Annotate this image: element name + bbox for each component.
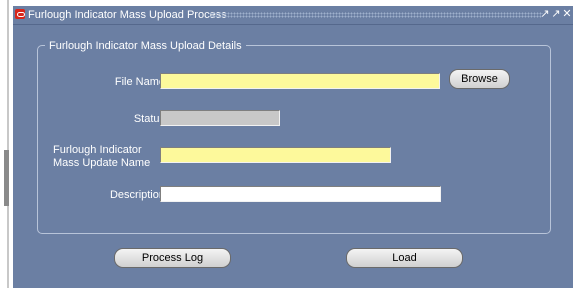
restore-icon[interactable]: ↗ — [551, 8, 561, 21]
process-log-button-label: Process Log — [141, 252, 204, 264]
minimize-icon[interactable]: ↗ — [540, 8, 550, 21]
status-label: Status — [133, 113, 165, 125]
window-title: Furlough Indicator Mass Upload Process — [28, 9, 227, 21]
status-field — [160, 110, 280, 126]
load-button-label: Load — [392, 252, 417, 264]
left-edge-bar — [7, 0, 9, 288]
description-field[interactable] — [160, 186, 441, 202]
browse-button-label: Browse — [461, 73, 498, 85]
window-titlebar[interactable]: Furlough Indicator Mass Upload Process ↗… — [13, 6, 573, 25]
oracle-app-icon — [15, 9, 25, 19]
description-label: Description — [109, 189, 165, 201]
form-window: Furlough Indicator Mass Upload Process ↗… — [13, 6, 573, 288]
mass-update-name-field[interactable] — [160, 147, 391, 163]
file-name-label: File Name — [114, 76, 165, 88]
mass-update-name-label-line1: Furlough Indicator — [53, 144, 142, 156]
left-edge-notch — [4, 150, 9, 206]
browse-button[interactable]: Browse — [449, 69, 510, 89]
close-icon[interactable]: ✕ — [562, 8, 572, 21]
titlebar-grip — [209, 12, 543, 18]
mass-update-name-label-line2: Mass Update Name — [53, 157, 151, 169]
load-button[interactable]: Load — [346, 248, 463, 268]
process-log-button[interactable]: Process Log — [114, 248, 231, 268]
details-frame-legend: Furlough Indicator Mass Upload Details — [45, 40, 246, 52]
desktop-left-edge — [0, 0, 13, 288]
file-name-field[interactable] — [160, 73, 440, 89]
